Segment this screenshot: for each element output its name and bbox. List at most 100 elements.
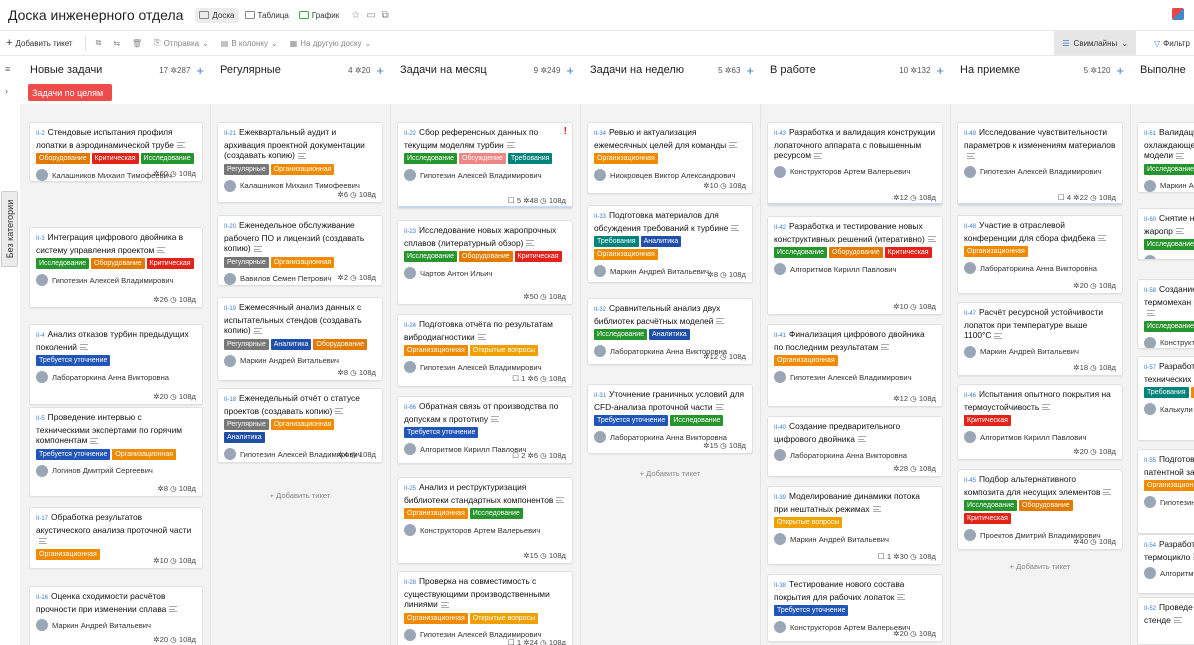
assignee[interactable]: Гипотезин Алексей Владимирович <box>964 165 1116 178</box>
tag[interactable]: Критическая <box>91 153 139 164</box>
tag[interactable]: Оборудование <box>1019 500 1073 511</box>
tag[interactable]: Критическая <box>964 415 1011 426</box>
ticket-card[interactable]: II-45 Подбор альтернативного композита дл… <box>957 469 1123 550</box>
assignee[interactable]: Маркин Андрей Витальевич <box>36 619 196 631</box>
ticket-card[interactable]: II-61Валидация охлаждающего CFD-модели Ис… <box>1137 122 1194 193</box>
tag[interactable]: Исследование <box>774 247 828 258</box>
category-label[interactable]: Без категории <box>1 191 18 267</box>
ticket-card[interactable]: II-42 Разработка и тестирование новых кон… <box>767 216 943 315</box>
tag[interactable]: Регулярные <box>224 163 269 175</box>
ticket-card[interactable]: II-38 Тестирование нового состава покрыти… <box>767 574 943 642</box>
tag[interactable]: Организационная <box>270 419 335 430</box>
tag[interactable]: Исследование <box>36 258 90 269</box>
assignee[interactable]: Алгоритмов Кирилл Павлович <box>964 431 1116 443</box>
ticket-card[interactable]: II-25 Анализ и реструктуризация библиотек… <box>397 477 573 564</box>
tag[interactable]: Исследование <box>670 415 724 426</box>
ticket-card[interactable]: II-18 Еженедельный отчёт о статусе проект… <box>217 388 383 463</box>
filter-button[interactable]: ▽ Фильтр <box>1154 31 1190 55</box>
ticket-card[interactable]: II-47 Расчёт ресурсной устойчивости лопат… <box>957 302 1123 376</box>
tag[interactable]: Требуется уточнение <box>404 427 479 438</box>
tag[interactable]: Исследование <box>1144 320 1194 332</box>
assignee[interactable]: Лабораторкина Анна Викторовна <box>964 262 1116 274</box>
ticket-card[interactable]: II-4 Анализ отказов турбин предыдущих пок… <box>29 324 203 405</box>
to-board-button[interactable]: ▦ На другую доску ⌄ <box>290 39 372 48</box>
tag[interactable]: Регулярные <box>224 256 269 268</box>
tag[interactable]: Организационная <box>112 448 177 460</box>
swimlanes-button[interactable]: ☰ Свимлайны ⌄ <box>1054 31 1136 55</box>
ticket-card[interactable]: II-23 Исследование новых жаропрочных спла… <box>397 220 573 305</box>
tag[interactable]: Оборудование <box>459 251 513 262</box>
delete-icon[interactable]: 🗑 <box>132 39 142 48</box>
assignee[interactable]: Маркин Андрей Витальевич <box>964 345 1116 358</box>
ticket-card[interactable]: II-3 Интеграция цифрового двойника в сист… <box>29 227 203 308</box>
view-table-tab[interactable]: Таблица <box>241 8 293 23</box>
tag[interactable]: Организационная <box>404 345 468 356</box>
tag[interactable]: Регулярные <box>224 419 269 430</box>
assignee[interactable]: Логинов Дмитрий Сергеевич <box>36 464 196 477</box>
ticket-card[interactable]: II-49 Исследование чувствительности парам… <box>957 122 1123 206</box>
tag[interactable]: Аналитика <box>270 338 312 350</box>
add-ticket-link[interactable]: + Добавить тикет <box>950 562 1130 571</box>
assignee[interactable]: Технолог <box>1144 255 1194 259</box>
tag[interactable]: Исследование <box>594 329 648 340</box>
ticket-card[interactable]: II-24 Подготовка отчёта по результатам ви… <box>397 314 573 387</box>
assignee[interactable]: Конструкт <box>1144 336 1194 348</box>
assignee[interactable]: Калькули <box>1144 403 1194 415</box>
view-chart-tab[interactable]: График <box>295 8 343 23</box>
tag[interactable]: Регулярные <box>224 338 269 350</box>
ticket-card[interactable]: II-17 Обработка результатов акустического… <box>29 507 203 569</box>
archive-icon[interactable]: ▭ <box>366 10 375 21</box>
add-card-plus-icon[interactable]: + <box>196 63 204 78</box>
assignee[interactable]: Лабораторкина Анна Викторовна <box>774 449 936 461</box>
ticket-card[interactable]: II-60Снятие нового жаропр Исследование Тех… <box>1137 208 1194 260</box>
ticket-card[interactable]: II-28 Проверка на совместимость с существ… <box>397 571 573 645</box>
tag[interactable]: Ор <box>1190 387 1194 398</box>
add-ticket-link[interactable]: + Добавить тикет <box>210 491 390 500</box>
assignee[interactable]: Алгоритмов Кирилл Павлович <box>774 263 936 275</box>
assignee[interactable]: Гипотезин Алексей Владимирович <box>774 371 936 383</box>
tag[interactable]: Исследование <box>964 500 1018 511</box>
tag[interactable]: Организационная <box>594 153 658 164</box>
tag[interactable]: Оборудование <box>829 247 883 258</box>
assignee[interactable]: Маркин А <box>1144 179 1194 192</box>
tag[interactable]: Требуется уточнение <box>36 355 111 366</box>
assignee[interactable]: Гипотезин Алексей Владимирович <box>404 361 566 373</box>
tag[interactable]: Требования <box>594 236 639 247</box>
ticket-card[interactable]: II-32 Сравнительный анализ двух библиотек… <box>587 298 753 365</box>
ticket-card[interactable]: II-31 Уточнение граничных условий для CFD… <box>587 384 753 454</box>
tag[interactable]: Исследование <box>1144 239 1194 250</box>
tag[interactable]: Открытые вопросы <box>774 517 843 528</box>
tag[interactable]: Требуется уточнение <box>774 605 849 616</box>
ticket-card[interactable]: II-2 Стендовые испытания профиля лопатки … <box>29 122 203 182</box>
move-ticket-icon[interactable]: ⇆ <box>113 39 120 48</box>
ticket-card[interactable]: II-66 Обратная связь от производства по д… <box>397 396 573 464</box>
ticket-card[interactable]: II-41 Финализация цифрового двойника по п… <box>767 324 943 407</box>
ticket-card[interactable]: II-48 Участие в отраслевой конференции дл… <box>957 215 1123 294</box>
tag[interactable]: Исследование <box>404 153 458 164</box>
tag[interactable]: Обсуждение <box>459 153 506 164</box>
add-card-plus-icon[interactable]: + <box>746 63 754 78</box>
assignee[interactable]: Гипотезин Алексей Владимирович <box>404 169 566 181</box>
assignee[interactable]: Гипотезин <box>1144 496 1194 508</box>
tag[interactable]: Критическая <box>964 513 1011 524</box>
ticket-card[interactable]: II-21 Ежеквартальный аудит и архивация пр… <box>217 122 383 203</box>
tag[interactable]: Требуется уточнение <box>36 448 111 460</box>
tag[interactable]: Организационная <box>36 548 100 560</box>
tag[interactable]: Организационная <box>594 249 658 260</box>
ticket-card[interactable]: II-20 Еженедельное обслуживание рабочего … <box>217 215 383 286</box>
assignee[interactable]: Конструкторов Артем Валерьевич <box>774 165 936 178</box>
assignee[interactable]: Конструкторов Артем Валерьевич <box>404 524 566 536</box>
tag[interactable]: Оборудование <box>91 258 145 269</box>
tag[interactable]: Критическая <box>884 247 932 258</box>
ticket-card[interactable]: II-54 Разработ термоцикло Алгоритм <box>1137 534 1194 594</box>
assignee[interactable]: Чартов Антон Ильич <box>404 267 566 279</box>
tag[interactable]: Организацион <box>1144 480 1194 491</box>
view-board-tab[interactable]: Доска <box>195 7 239 23</box>
copy-ticket-icon[interactable]: ⧉ <box>96 38 102 48</box>
assignee[interactable]: Маркин Андрей Витальевич <box>224 354 376 367</box>
add-card-plus-icon[interactable]: + <box>1116 63 1124 78</box>
tag[interactable]: Открытые вопросы <box>469 345 539 356</box>
to-column-button[interactable]: ▤ В колонку ⌄ <box>221 39 278 48</box>
ticket-card[interactable]: II-33 Подготовка материалов для обсуждени… <box>587 205 753 283</box>
tag[interactable]: Организационная <box>774 355 838 366</box>
